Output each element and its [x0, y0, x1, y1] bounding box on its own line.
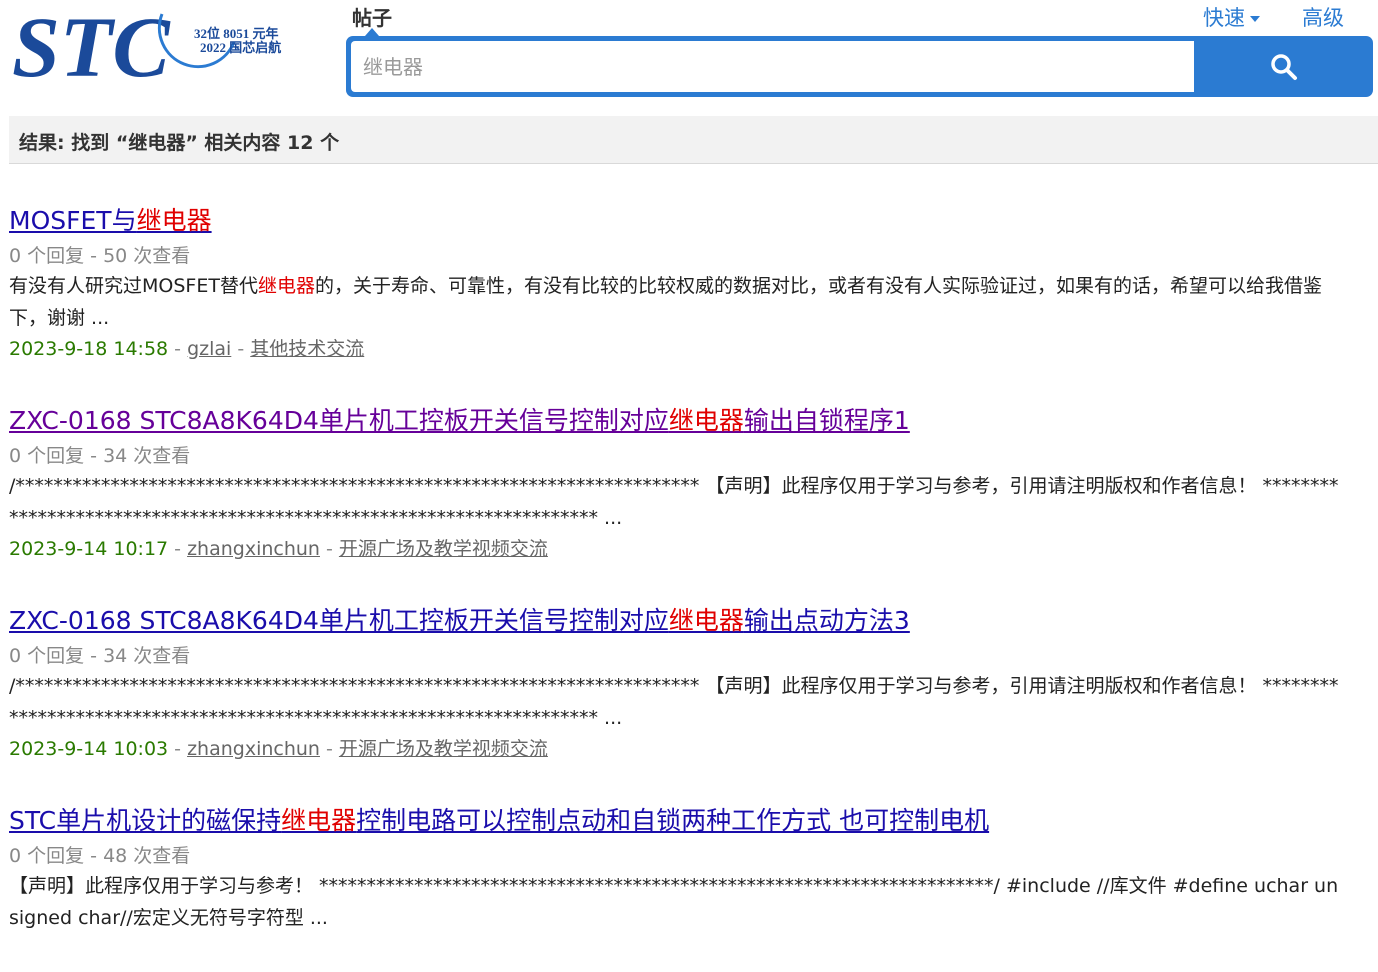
quick-search-label: 快速 [1203, 6, 1245, 30]
title-text: 输出点动方法3 [743, 606, 910, 635]
result-title-link[interactable]: STC单片机设计的磁保持继电器控制电路可以控制点动和自锁两种工作方式 也可控制电… [9, 806, 989, 835]
logo-main-text: STC [12, 2, 171, 88]
logo-line1: 32位 8051 元年 [194, 26, 279, 41]
stc-logo-graphic: STC 32位 8051 元年 2022 国芯启航 [12, 0, 281, 95]
keyword-highlight: 继电器 [668, 406, 744, 435]
forum-link[interactable]: 其他技术交流 [250, 338, 364, 360]
tab-caret-icon [365, 28, 379, 36]
keyword-highlight: 继电器 [281, 806, 357, 835]
title-text: MOSFET与 [9, 206, 137, 235]
result-info: 2023-9-14 10:17 - zhangxinchun - 开源广场及教学… [9, 538, 548, 560]
result-snippet: 【声明】此程序仅用于学习与参考！ ***********************… [9, 870, 1339, 934]
search-mode-links: 快速 高级 [1203, 2, 1344, 32]
result-title: ZXC-0168 STC8A8K64D4单片机工控板开关信号控制对应继电器输出点… [9, 602, 1339, 640]
author-link[interactable]: zhangxinchun [187, 738, 320, 760]
result-snippet: /***************************************… [9, 670, 1339, 734]
result-info: 2023-9-14 10:03 - zhangxinchun - 开源广场及教学… [9, 738, 548, 760]
post-date: 2023-9-14 10:03 [9, 738, 169, 760]
result-title: STC单片机设计的磁保持继电器控制电路可以控制点动和自锁两种工作方式 也可控制电… [9, 802, 1339, 840]
result-snippet: /***************************************… [9, 470, 1339, 534]
result-stats: 0 个回复 - 50 次查看 [9, 245, 191, 267]
result-title-link[interactable]: MOSFET与继电器 [9, 206, 212, 235]
post-date: 2023-9-14 10:17 [9, 538, 169, 560]
results-list: MOSFET与继电器 0 个回复 - 50 次查看 有没有人研究过MOSFET替代继… [9, 202, 1339, 972]
result-stats: 0 个回复 - 34 次查看 [9, 445, 191, 467]
advanced-search-link[interactable]: 高级 [1302, 2, 1344, 32]
search-type-tab-posts[interactable]: 帖子 [352, 2, 392, 31]
search-button[interactable] [1195, 36, 1373, 97]
site-logo[interactable]: STC 32位 8051 元年 2022 国芯启航 [12, 0, 312, 95]
result-summary-bar: 结果: 找到 “继电器” 相关内容 12 个 [9, 116, 1378, 164]
title-text: ZXC-0168 STC8A8K64D4单片机工控板开关信号控制对应 [9, 606, 669, 635]
title-text: STC单片机设计的磁保持 [9, 806, 282, 835]
result-item: MOSFET与继电器 0 个回复 - 50 次查看 有没有人研究过MOSFET替代继… [9, 202, 1339, 364]
snippet-text: 【声明】此程序仅用于学习与参考！ ***********************… [9, 875, 1339, 929]
title-text: 控制电路可以控制点动和自锁两种工作方式 也可控制电机 [356, 806, 990, 835]
result-title: MOSFET与继电器 [9, 202, 1339, 240]
post-date: 2023-9-18 14:58 [9, 338, 169, 360]
result-summary-text: 结果: 找到 “继电器” 相关内容 12 个 [19, 132, 340, 154]
search-input[interactable] [351, 41, 1194, 92]
search-bar [346, 36, 1373, 97]
result-info: 2023-9-18 14:58 - gzlai - 其他技术交流 [9, 338, 365, 360]
keyword-highlight: 继电器 [257, 275, 315, 297]
snippet-text: /***************************************… [9, 475, 1339, 529]
result-title-link[interactable]: ZXC-0168 STC8A8K64D4单片机工控板开关信号控制对应继电器输出点… [9, 606, 910, 635]
forum-link[interactable]: 开源广场及教学视频交流 [339, 538, 548, 560]
forum-link[interactable]: 开源广场及教学视频交流 [339, 738, 548, 760]
author-link[interactable]: zhangxinchun [187, 538, 320, 560]
quick-search-dropdown[interactable]: 快速 [1203, 2, 1260, 32]
result-stats: 0 个回复 - 48 次查看 [9, 845, 191, 867]
title-text: 输出自锁程序1 [743, 406, 910, 435]
keyword-highlight: 继电器 [668, 606, 744, 635]
result-snippet: 有没有人研究过MOSFET替代继电器的，关于寿命、可靠性，有没有比较的比较权威的… [9, 270, 1339, 334]
title-text: ZXC-0168 STC8A8K64D4单片机工控板开关信号控制对应 [9, 406, 669, 435]
result-item: ZXC-0168 STC8A8K64D4单片机工控板开关信号控制对应继电器输出自… [9, 402, 1339, 564]
snippet-text: 有没有人研究过MOSFET替代 [9, 275, 258, 297]
result-item: STC单片机设计的磁保持继电器控制电路可以控制点动和自锁两种工作方式 也可控制电… [9, 802, 1339, 934]
snippet-text: /***************************************… [9, 675, 1339, 729]
result-item: ZXC-0168 STC8A8K64D4单片机工控板开关信号控制对应继电器输出点… [9, 602, 1339, 764]
keyword-highlight: 继电器 [136, 206, 212, 235]
result-stats: 0 个回复 - 34 次查看 [9, 645, 191, 667]
chevron-down-icon [1250, 16, 1260, 22]
logo-line2: 2022 国芯启航 [200, 40, 281, 55]
result-title: ZXC-0168 STC8A8K64D4单片机工控板开关信号控制对应继电器输出自… [9, 402, 1339, 440]
author-link[interactable]: gzlai [187, 338, 231, 360]
search-icon [1271, 53, 1297, 80]
result-title-link[interactable]: ZXC-0168 STC8A8K64D4单片机工控板开关信号控制对应继电器输出自… [9, 406, 910, 435]
